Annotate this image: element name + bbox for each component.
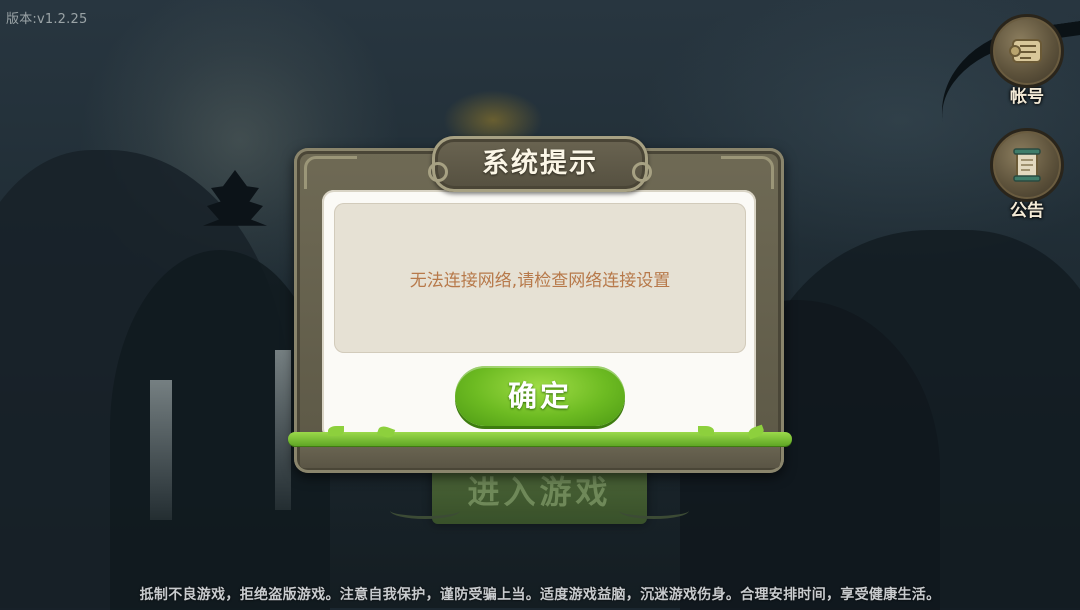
frame-ornament [721,156,774,189]
swirl-ornament [428,162,448,182]
leaf-icon [328,426,344,436]
swirl-ornament [632,162,652,182]
vine-decoration [288,424,792,446]
dialog-title: 系统提示 [482,148,598,179]
notice-scroll-icon [990,128,1064,202]
health-notice: 抵制不良游戏，拒绝盗版游戏。注意自我保护，谨防受骗上当。适度游戏益脑，沉迷游戏伤… [139,587,941,603]
confirm-button[interactable]: 确定 [455,366,625,426]
account-button[interactable]: 帐号 [988,14,1066,119]
background-waterfall [150,380,172,520]
leaf-icon [698,426,714,436]
notice-button[interactable]: 公告 [988,128,1066,233]
background-waterfall [275,350,291,510]
version-label: 版本:v1.2.25 [6,12,88,27]
message-box: 无法连接网络,请检查网络连接设置 [334,203,746,353]
dialog-message: 无法连接网络,请检查网络连接设置 [409,270,671,291]
account-scroll-icon [990,14,1064,88]
dialog-title-plate: 系统提示 [428,136,652,192]
frame-ornament [304,156,357,189]
